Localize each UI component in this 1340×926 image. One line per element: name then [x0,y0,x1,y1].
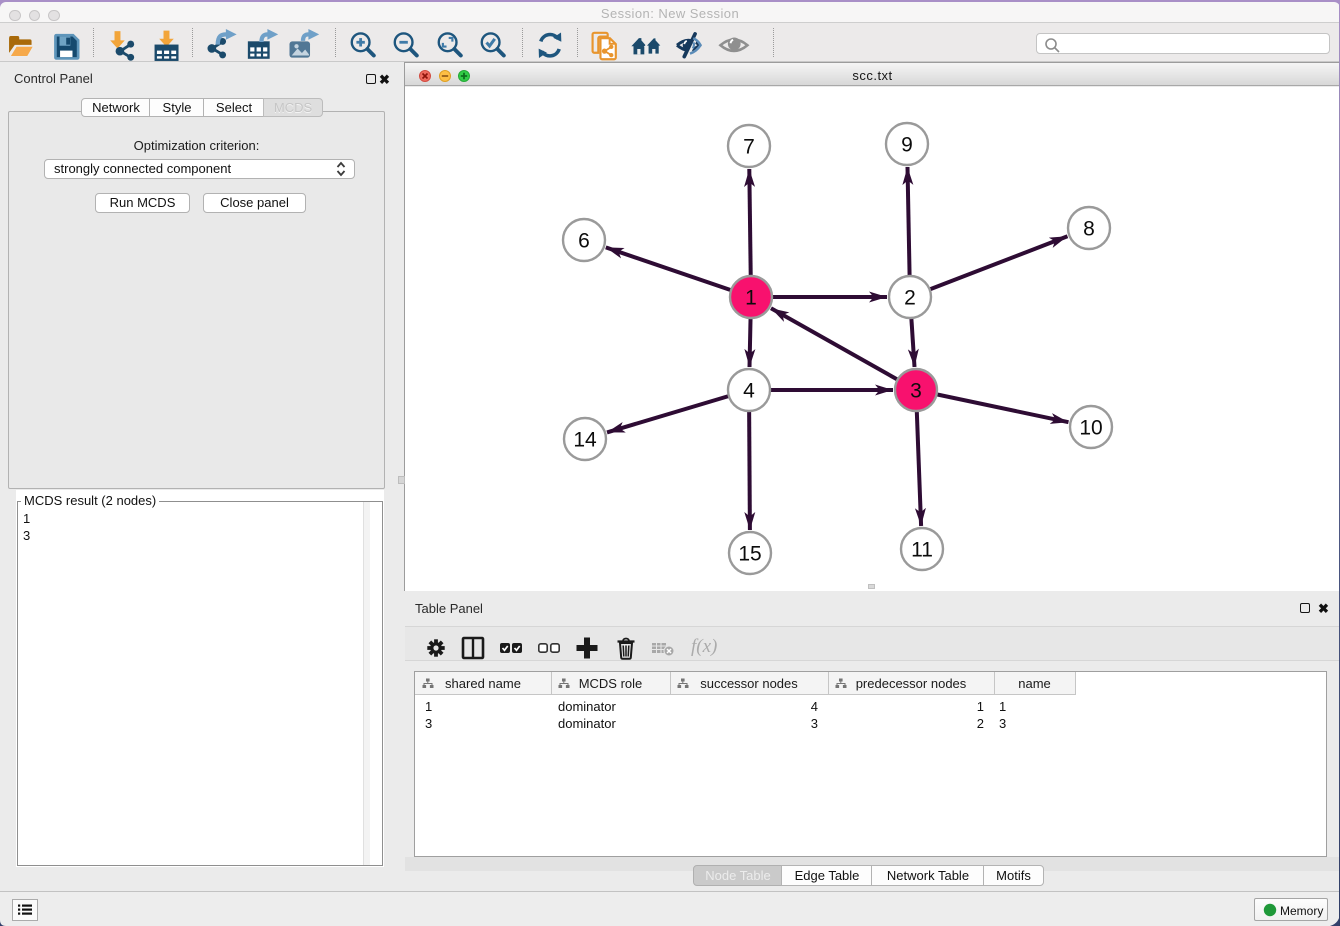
svg-text:11: 11 [911,539,933,562]
svg-text:8: 8 [1083,218,1095,241]
svg-text:1: 1 [745,287,757,310]
svg-text:3: 3 [910,380,922,403]
svg-text:7: 7 [743,136,755,159]
svg-text:9: 9 [901,134,913,157]
svg-text:14: 14 [573,429,597,452]
svg-text:6: 6 [578,230,590,253]
svg-text:2: 2 [904,287,916,310]
svg-text:10: 10 [1079,417,1102,440]
svg-text:4: 4 [743,380,755,403]
svg-text:15: 15 [738,543,761,566]
